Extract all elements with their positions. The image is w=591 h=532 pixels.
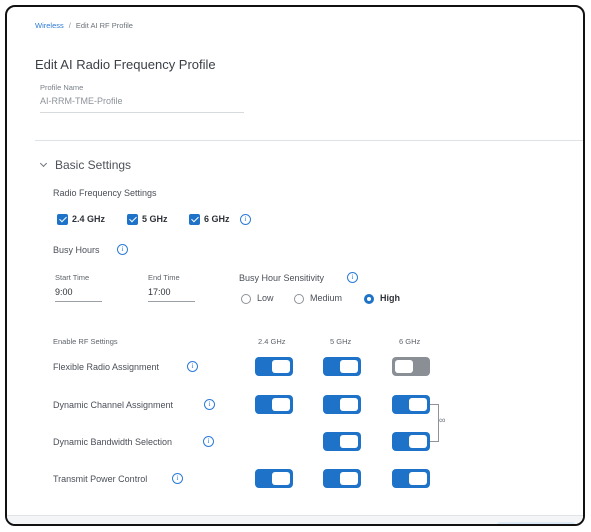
toggle-knob [340,472,358,485]
column-5ghz-header: 5 GHz [330,337,352,346]
end-time-underline [148,301,195,302]
toggle-knob [395,360,413,373]
dca-dbs-link-bracket [430,404,439,442]
tpc-info-icon[interactable]: i [172,473,183,484]
fra-5ghz-toggle[interactable] [323,357,361,376]
tpc-5ghz-toggle[interactable] [323,469,361,488]
chevron-down-icon [39,159,48,168]
row-label-transmit-power-control: Transmit Power Control [53,474,148,484]
band-6ghz-label: 6 GHz [204,214,230,224]
toggle-knob [340,398,358,411]
dca-6ghz-toggle[interactable] [392,395,430,414]
band-5ghz-label: 5 GHz [142,214,168,224]
fra-6ghz-toggle[interactable] [392,357,430,376]
sensitivity-info-icon[interactable]: i [347,272,358,283]
column-6ghz-header: 6 GHz [399,337,421,346]
enable-rf-settings-label: Enable RF Settings [53,337,118,346]
dbs-5ghz-toggle[interactable] [323,432,361,451]
row-label-dynamic-channel-assignment: Dynamic Channel Assignment [53,400,174,410]
basic-settings-header[interactable]: Basic Settings [39,158,132,172]
toggle-knob [409,472,427,485]
row-label-flexible-radio-assignment: Flexible Radio Assignment [53,362,160,372]
band-6ghz-checkbox[interactable] [189,214,200,225]
start-time-label: Start Time [55,273,90,282]
bands-info-icon[interactable]: i [240,214,251,225]
page-content: Wireless / Edit AI RF Profile Edit AI Radi… [7,7,583,524]
fra-info-icon[interactable]: i [187,361,198,372]
band-2-4ghz-checkbox[interactable] [57,214,68,225]
link-icon[interactable]: ∞ [439,415,445,425]
toggle-knob [272,398,290,411]
toggle-knob [272,472,290,485]
end-time-input[interactable]: 17:00 [148,287,171,297]
window-frame: Wireless / Edit AI RF Profile Edit AI Radi… [5,5,585,526]
row-label-dynamic-bandwidth-selection: Dynamic Bandwidth Selection [53,437,173,447]
profile-name-field[interactable]: AI-RRM-TME-Profile [40,96,123,106]
dca-info-icon[interactable]: i [204,399,215,410]
footer-bar [7,515,583,524]
start-time-input[interactable]: 9:00 [55,287,73,297]
toggle-knob [340,435,358,448]
basic-settings-title: Basic Settings [55,158,132,172]
sensitivity-high-radio[interactable] [364,294,374,304]
sensitivity-low-radio[interactable] [241,294,251,304]
page-title: Edit AI Radio Frequency Profile [35,57,216,72]
profile-name-label: Profile Name [40,83,84,92]
sensitivity-medium-radio[interactable] [294,294,304,304]
column-2-4ghz-header: 2.4 GHz [258,337,286,346]
breadcrumb-separator: / [68,21,71,30]
toggle-knob [340,360,358,373]
fra-2-4ghz-toggle[interactable] [255,357,293,376]
dbs-info-icon[interactable]: i [203,436,214,447]
band-5ghz-checkbox[interactable] [127,214,138,225]
sensitivity-low-label: Low [257,293,274,303]
busy-hours-info-icon[interactable]: i [117,244,128,255]
rf-settings-label: Radio Frequency Settings [53,188,157,198]
toggle-knob [409,398,427,411]
profile-name-underline [40,112,244,113]
dca-2-4ghz-toggle[interactable] [255,395,293,414]
tpc-2-4ghz-toggle[interactable] [255,469,293,488]
sensitivity-high-label: High [380,293,400,303]
start-time-underline [55,301,102,302]
toggle-knob [409,435,427,448]
breadcrumb-current: Edit AI RF Profile [75,21,133,30]
tpc-6ghz-toggle[interactable] [392,469,430,488]
breadcrumb: Wireless / Edit AI RF Profile [35,21,133,30]
band-2-4ghz-label: 2.4 GHz [72,214,106,224]
section-divider [35,140,583,141]
busy-hours-label: Busy Hours [53,245,100,255]
breadcrumb-link-wireless[interactable]: Wireless [35,21,64,30]
dbs-6ghz-toggle[interactable] [392,432,430,451]
end-time-label: End Time [148,273,180,282]
dca-5ghz-toggle[interactable] [323,395,361,414]
toggle-knob [272,360,290,373]
footer-action-button[interactable] [497,522,575,524]
sensitivity-medium-label: Medium [310,293,343,303]
busy-hour-sensitivity-label: Busy Hour Sensitivity [239,273,325,283]
